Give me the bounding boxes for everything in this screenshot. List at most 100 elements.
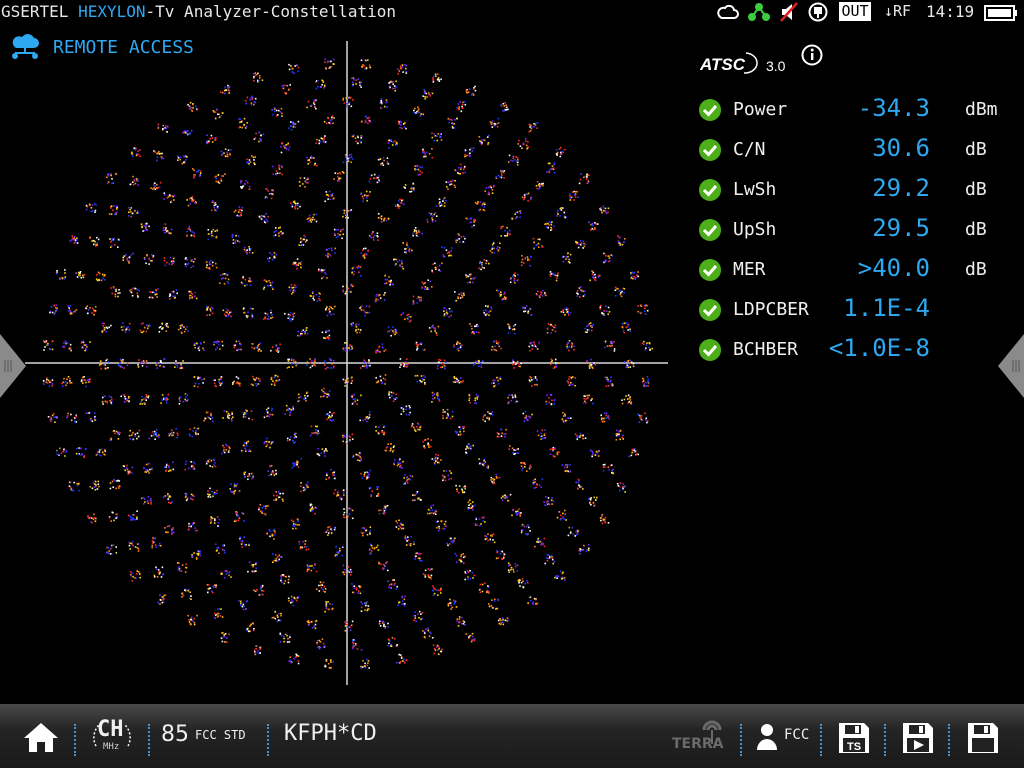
symbol-cluster [325, 247, 336, 258]
symbol-cluster [157, 123, 169, 133]
network-icon[interactable] [748, 2, 770, 22]
symbol-cluster [443, 307, 453, 318]
symbol-cluster [241, 440, 252, 452]
cloud-icon[interactable] [717, 2, 739, 22]
save-play-button[interactable] [901, 721, 935, 755]
symbol-cluster [298, 234, 308, 246]
symbol-cluster [101, 395, 113, 405]
left-panel-handle[interactable] [0, 334, 26, 398]
symbol-cluster [333, 228, 344, 240]
symbol-cluster [421, 148, 434, 159]
symbol-cluster [187, 101, 199, 112]
measurement-row-power[interactable]: Power -34.3 dBm [698, 94, 998, 126]
symbol-cluster [422, 88, 434, 100]
symbol-cluster [69, 235, 79, 244]
measurement-row-lwsh[interactable]: LwSh 29.2 dB [698, 174, 998, 206]
symbol-cluster [87, 513, 97, 524]
measurement-value: 29.2 [872, 174, 930, 202]
speaker-muted-icon[interactable] [779, 2, 799, 22]
symbol-cluster [264, 188, 274, 200]
symbol-cluster [604, 340, 616, 352]
symbol-cluster [599, 513, 610, 525]
user-profile-label[interactable]: FCC [784, 727, 809, 743]
save-ts-button[interactable]: TS [837, 721, 871, 755]
right-panel-handle[interactable] [998, 334, 1024, 398]
symbol-cluster [164, 525, 175, 535]
symbol-cluster [617, 235, 626, 246]
save-button[interactable] [966, 721, 1000, 755]
user-icon[interactable] [756, 723, 778, 751]
symbol-cluster [368, 486, 380, 497]
symbol-cluster [213, 340, 224, 351]
measurement-row-mer[interactable]: MER >40.0 dB [698, 254, 998, 286]
rf-input-indicator[interactable]: ↓RF [884, 2, 911, 20]
symbol-cluster [360, 658, 370, 669]
symbol-cluster [280, 142, 291, 154]
symbol-cluster [400, 311, 412, 323]
measurement-row-ldpcber[interactable]: LDPCBER 1.1E-4 [698, 294, 998, 326]
symbol-cluster [464, 147, 475, 158]
channel-number[interactable]: 85 [161, 722, 189, 747]
symbol-cluster [342, 433, 354, 444]
symbol-cluster [286, 432, 298, 444]
symbol-cluster [246, 155, 257, 166]
symbol-cluster [122, 252, 134, 264]
terrestrial-band-indicator[interactable]: TERRA [670, 716, 730, 756]
symbol-cluster [253, 131, 265, 143]
measurement-value: 1.1E-4 [843, 294, 930, 322]
symbol-cluster [193, 341, 205, 352]
power-plug-icon[interactable] [808, 2, 828, 22]
channel-mode-button[interactable]: CH MHz [90, 716, 134, 756]
symbol-cluster [109, 478, 121, 490]
symbol-cluster [465, 85, 477, 96]
symbol-cluster [203, 411, 214, 423]
symbol-cluster [432, 644, 443, 656]
symbol-cluster [209, 516, 221, 527]
measurement-row-cn[interactable]: C/N 30.6 dB [698, 134, 998, 166]
measurement-row-bchber[interactable]: BCHBER <1.0E-8 [698, 334, 998, 366]
symbol-cluster [431, 453, 442, 465]
symbol-cluster [80, 376, 91, 388]
symbol-cluster [98, 358, 110, 370]
symbol-cluster [360, 469, 372, 480]
symbol-cluster [333, 489, 345, 501]
symbol-cluster [258, 503, 269, 516]
symbol-cluster [441, 246, 453, 258]
symbol-cluster [549, 446, 560, 458]
symbol-cluster [271, 107, 283, 117]
symbol-cluster [396, 653, 408, 664]
symbol-cluster [435, 197, 447, 207]
symbol-cluster [507, 154, 519, 166]
symbol-cluster [143, 253, 155, 265]
channel-plan[interactable]: FCC STD [195, 728, 246, 742]
measurement-row-upsh[interactable]: UpSh 29.5 dB [698, 214, 998, 246]
symbol-cluster [233, 206, 244, 217]
battery-icon [984, 5, 1017, 21]
home-icon[interactable] [22, 720, 60, 754]
symbol-cluster [469, 323, 480, 335]
symbol-cluster [130, 147, 142, 158]
symbol-cluster [290, 518, 301, 530]
station-name[interactable]: KFPH*CD [284, 721, 377, 746]
symbol-cluster [576, 286, 586, 298]
symbol-cluster [535, 289, 547, 299]
title-separator: - [145, 2, 156, 21]
info-icon[interactable] [801, 44, 823, 66]
symbol-cluster [641, 340, 653, 351]
symbol-cluster [150, 181, 162, 190]
symbol-cluster [162, 223, 173, 235]
output-indicator[interactable]: OUT [839, 2, 871, 21]
symbol-cluster [207, 487, 218, 498]
symbol-cluster [251, 342, 262, 352]
symbol-cluster [488, 598, 500, 610]
symbol-cluster [309, 291, 321, 302]
symbol-cluster [206, 134, 217, 145]
symbol-cluster [342, 96, 354, 108]
symbol-cluster [231, 233, 241, 244]
symbol-cluster [554, 570, 566, 581]
symbol-cluster [426, 504, 438, 515]
symbol-cluster [184, 492, 195, 502]
symbol-cluster [214, 173, 226, 184]
symbol-cluster [139, 322, 151, 334]
symbol-cluster [324, 601, 334, 613]
